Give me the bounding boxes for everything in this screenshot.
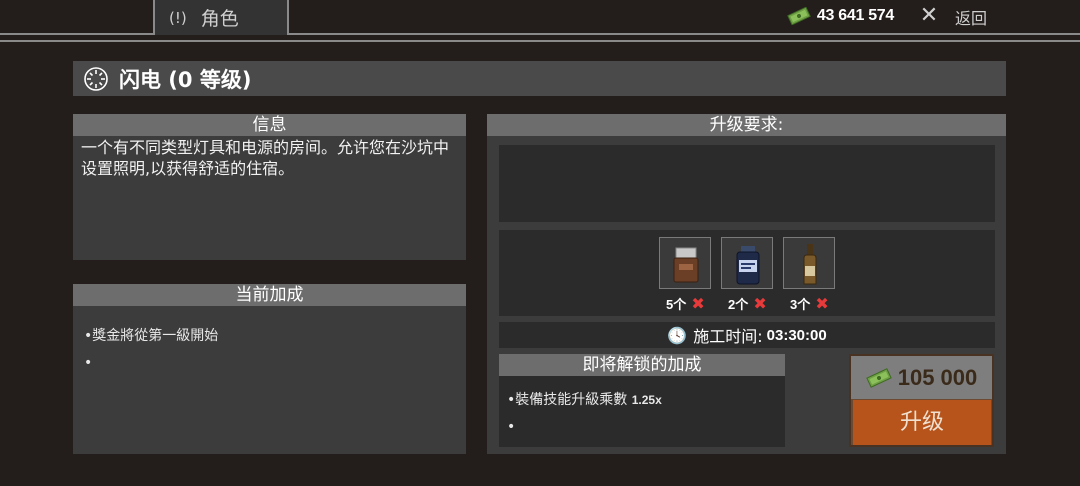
bottle-icon xyxy=(803,244,817,285)
top-divider-2 xyxy=(0,40,1080,42)
money-amount: 43 641 574 xyxy=(816,7,894,24)
item-qty-text: 3个 xyxy=(790,297,811,312)
construction-time-bar: 🕓 施工时间: 03:30:00 xyxy=(499,322,995,348)
upgrade-button[interactable]: 升级 xyxy=(853,400,991,445)
item-slot[interactable] xyxy=(783,237,835,289)
requirements-header: 升级要求: xyxy=(487,114,1006,136)
close-icon[interactable]: ✕ xyxy=(918,3,940,29)
alert-circle-icon: (!) xyxy=(169,8,187,27)
info-header: 信息 xyxy=(73,114,466,136)
page-title: 闪电 (0 等级) xyxy=(119,67,252,92)
current-bonus-line-2: • xyxy=(84,355,93,371)
construction-time-label: 施工时间: xyxy=(693,327,763,346)
upgrade-price-text: 105 000 xyxy=(897,364,978,390)
current-bonus-text-1: 獎金將從第一級開始 xyxy=(92,328,219,344)
cash-icon xyxy=(865,367,892,388)
missing-x-icon: ✖ xyxy=(753,294,767,313)
item-slot[interactable] xyxy=(721,237,773,289)
unlock-bonus-header: 即将解锁的加成 xyxy=(499,354,785,376)
item-qty-3: 3个 ✖ xyxy=(790,294,829,313)
info-panel: 信息 xyxy=(73,114,466,260)
battery-jar-icon xyxy=(736,246,760,285)
construction-time-value: 03:30:00 xyxy=(766,326,827,344)
zippo-lighter-icon xyxy=(673,247,699,283)
missing-x-icon: ✖ xyxy=(815,294,829,313)
lightning-cog-icon xyxy=(84,66,108,91)
tab-character[interactable]: (!) 角色 xyxy=(153,0,289,35)
item-qty-text: 5个 xyxy=(666,297,687,312)
money-display: 43 641 574 xyxy=(787,4,894,28)
item-qty-1: 5个 ✖ xyxy=(666,294,705,313)
missing-x-icon: ✖ xyxy=(691,294,705,313)
clock-icon: 🕓 xyxy=(667,325,688,345)
tab-label: 角色 xyxy=(200,8,239,30)
current-bonus-header: 当前加成 xyxy=(73,284,466,306)
unlock-bonus-multiplier: 1.25x xyxy=(631,393,662,407)
unlock-bonus-line-2: • xyxy=(507,419,516,435)
unlock-bonus-text-1: 裝備技能升級乘數 xyxy=(515,392,628,408)
item-slot[interactable] xyxy=(659,237,711,289)
back-button[interactable]: 返回 xyxy=(955,5,987,29)
upgrade-price: 105 000 xyxy=(851,356,992,399)
current-bonus-line-1: •獎金將從第一級開始 xyxy=(84,328,219,344)
cash-icon xyxy=(787,7,811,25)
unlock-bonus-line-1: •裝備技能升級乘數 1.25x xyxy=(507,392,662,408)
item-qty-text: 2个 xyxy=(728,297,749,312)
title-bar: 闪电 (0 等级) xyxy=(73,61,1006,96)
item-qty-2: 2个 ✖ xyxy=(728,294,767,313)
info-description: 一个有不同类型灯具和电源的房间。允许您在沙坑中设置照明,以获得舒适的住宿。 xyxy=(81,138,450,178)
requirements-empty-area xyxy=(499,145,995,222)
current-bonus-panel: 当前加成 xyxy=(73,284,466,454)
